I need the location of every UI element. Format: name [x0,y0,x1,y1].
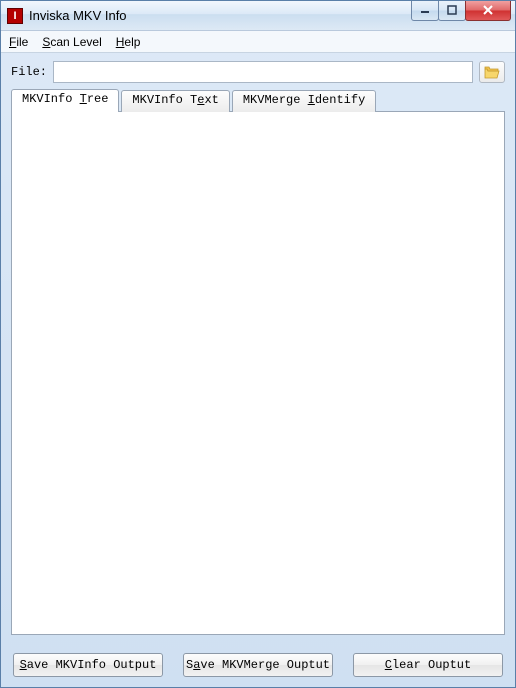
minimize-icon [420,5,430,15]
tabs: MKVInfo Tree MKVInfo Text MKVMerge Ident… [11,89,505,635]
window-title: Inviska MKV Info [29,8,412,23]
file-label: File: [11,65,47,79]
clear-output-button[interactable]: Clear Ouptut [353,653,503,677]
tab-content [11,111,505,635]
file-input[interactable] [53,61,473,83]
titlebar: I Inviska MKV Info [1,1,515,31]
browse-button[interactable] [479,61,505,83]
minimize-button[interactable] [411,1,439,21]
client-area: File: MKVInfo Tree MKVInfo Text MKVMerge… [1,53,515,645]
app-icon: I [7,8,23,24]
menubar: File Scan Level Help [1,31,515,53]
file-row: File: [11,61,505,83]
window-controls [412,1,515,21]
bottom-button-row: Save MKVInfo Output Save MKVMerge Ouptut… [1,645,515,687]
save-mkvinfo-output-button[interactable]: Save MKVInfo Output [13,653,163,677]
app-icon-letter: I [13,10,16,22]
menu-scan-level[interactable]: Scan Level [42,35,101,49]
menu-file[interactable]: File [9,35,28,49]
close-icon [482,5,494,15]
app-window: I Inviska MKV Info File Scan Level [0,0,516,688]
tabs-header: MKVInfo Tree MKVInfo Text MKVMerge Ident… [11,89,505,111]
maximize-icon [447,5,457,15]
tab-mkvinfo-text[interactable]: MKVInfo Text [121,90,229,112]
folder-open-icon [484,66,500,79]
close-button[interactable] [465,1,511,21]
menu-help[interactable]: Help [116,35,141,49]
tab-mkvmerge-identify[interactable]: MKVMerge Identify [232,90,376,112]
save-mkvmerge-output-button[interactable]: Save MKVMerge Ouptut [183,653,333,677]
maximize-button[interactable] [438,1,466,21]
tab-mkvinfo-tree[interactable]: MKVInfo Tree [11,89,119,112]
